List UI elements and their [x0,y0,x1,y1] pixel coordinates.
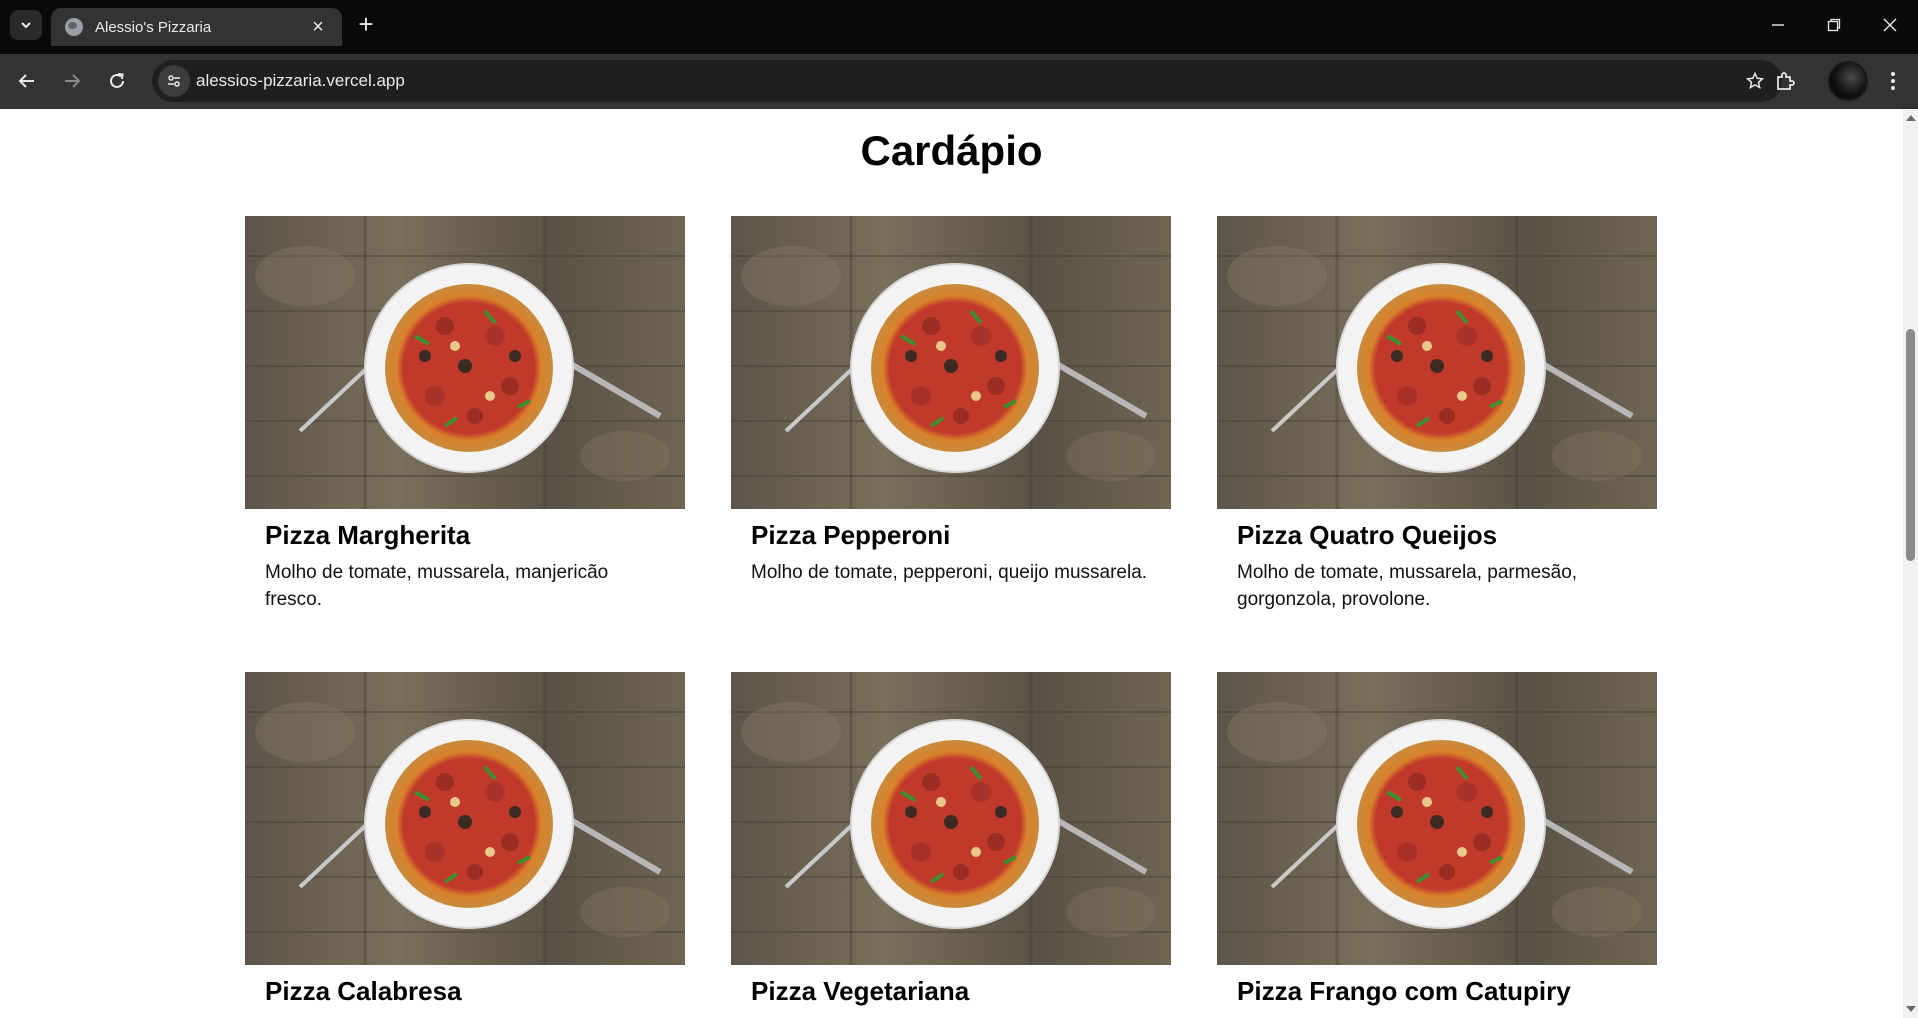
menu-card: Pizza Calabresa [245,672,685,1015]
puzzle-icon [1777,72,1795,90]
menu-item-name: Pizza Quatro Queijos [1237,520,1498,550]
menu-item-name: Pizza Frango com Catupiry [1237,976,1571,1006]
minimize-button[interactable] [1750,0,1806,50]
url-text[interactable]: alessios-pizzaria.vercel.app [196,71,405,91]
close-tab-icon[interactable]: × [308,17,328,37]
scroll-up-arrow-icon[interactable] [1906,115,1916,121]
menu-item-name: Pizza Pepperoni [751,520,951,550]
tune-icon [168,75,180,87]
pizza-image [731,216,1171,509]
page-title: Cardápio [860,127,1043,174]
browser-tab[interactable]: Alessio's Pizzaria × [51,8,342,46]
restore-button[interactable] [1806,0,1862,50]
pizza-image [1217,216,1657,509]
page-scrollbar[interactable] [1903,109,1918,1018]
star-icon [1746,72,1764,89]
globe-icon [65,18,83,36]
tab-strip: Alessio's Pizzaria × + [0,0,1918,54]
forward-button[interactable] [53,62,91,100]
minimize-icon [1772,24,1784,26]
reload-icon [110,73,124,88]
more-vertical-icon [1891,72,1895,90]
menu-card: Pizza Margherita Molho de tomate, mussar… [245,216,685,613]
reload-button[interactable] [98,62,136,100]
restore-icon [1827,18,1841,32]
chevron-down-icon [21,22,31,29]
tab-search-button[interactable] [10,10,42,40]
pizza-image [245,216,685,509]
pizza-image [731,672,1171,965]
new-tab-button[interactable]: + [352,11,380,39]
address-bar[interactable]: alessios-pizzaria.vercel.app [152,60,1782,102]
close-icon [1883,18,1897,32]
close-window-button[interactable] [1862,0,1918,50]
bookmark-button[interactable] [1742,68,1768,94]
pizza-image [1217,672,1657,965]
menu-item-description: Molho de tomate, pepperoni, queijo mussa… [751,562,1148,583]
arrow-right-icon [65,74,81,88]
browser-menu-button[interactable] [1878,62,1908,100]
scroll-down-arrow-icon[interactable] [1906,1006,1916,1012]
extensions-button[interactable] [1766,62,1804,100]
profile-avatar[interactable] [1828,61,1868,101]
menu-item-description: Molho de tomate, mussarela, parmesão, go… [1237,562,1578,610]
back-button[interactable] [8,62,46,100]
menu-card: Pizza Vegetariana [731,672,1171,1015]
page-viewport: Cardápio Pizza Margherita Molho de tomat… [0,109,1903,1018]
tab-title: Alessio's Pizzaria [95,18,212,36]
pizza-image [245,672,685,965]
arrow-left-icon [18,74,34,88]
scrollbar-thumb[interactable] [1906,329,1915,561]
menu-item-name: Pizza Margherita [265,520,471,550]
menu-card: Pizza Frango com Catupiry [1217,672,1657,1015]
menu-item-description: Molho de tomate, mussarela, manjericão f… [265,562,609,610]
menu-item-name: Pizza Calabresa [265,976,462,1006]
menu-item-name: Pizza Vegetariana [751,976,970,1006]
menu-card: Pizza Pepperoni Molho de tomate, peppero… [731,216,1171,586]
site-info-button[interactable] [158,65,190,97]
menu-card: Pizza Quatro Queijos Molho de tomate, mu… [1217,216,1657,613]
